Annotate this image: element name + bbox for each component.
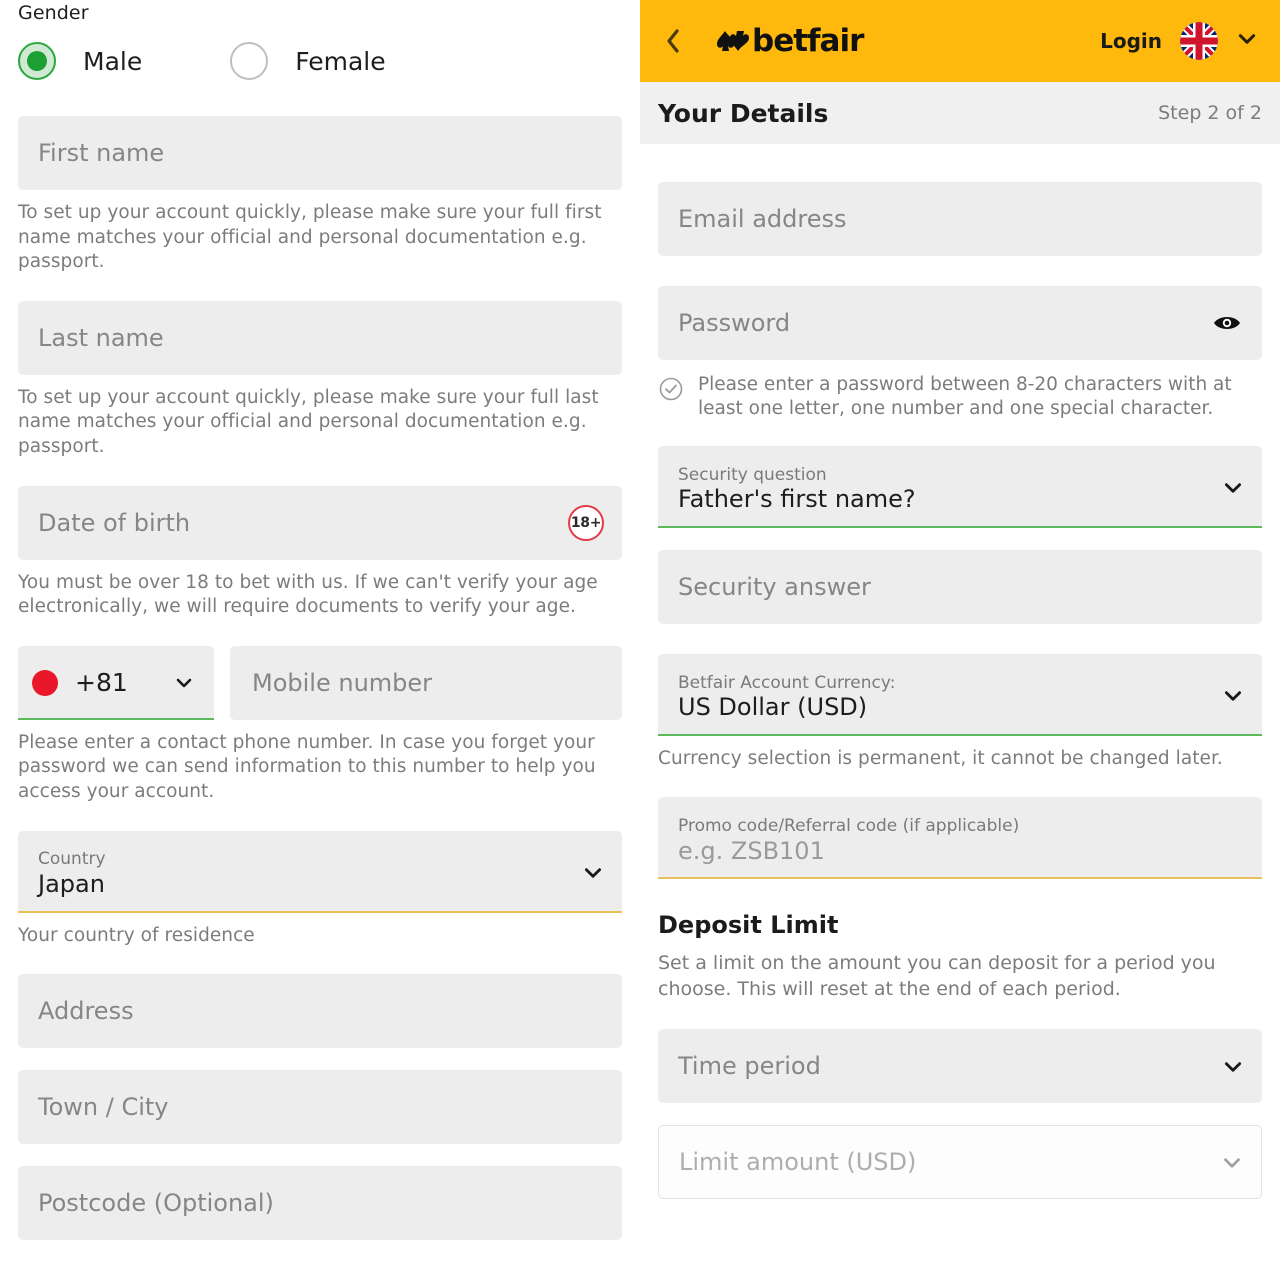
promo-code-input[interactable]: Promo code/Referral code (if applicable)… <box>658 797 1262 880</box>
chevron-left-icon[interactable] <box>662 25 688 57</box>
country-helper: Your country of residence <box>18 924 255 946</box>
chevron-down-icon <box>1222 1056 1242 1076</box>
last-name-input[interactable]: Last name <box>18 300 622 375</box>
personal-details-panel: Gender Male Female First name To set up … <box>0 0 640 1280</box>
security-question-label: Security question <box>678 464 827 485</box>
gender-option-male[interactable]: Male <box>18 42 142 80</box>
country-select[interactable]: Country Japan <box>18 830 622 913</box>
jp-flag-icon <box>32 669 58 696</box>
country-code-value: +81 <box>75 668 128 698</box>
currency-underline <box>658 733 1262 736</box>
chevron-down-icon <box>1222 477 1242 497</box>
chevron-down-icon <box>174 673 194 693</box>
security-answer-input[interactable]: Security answer <box>658 549 1262 624</box>
first-name-placeholder: First name <box>38 139 165 167</box>
first-name-input[interactable]: First name <box>18 116 622 190</box>
step-header: Your Details Step 2 of 2 <box>640 82 1280 144</box>
currency-select[interactable]: Betfair Account Currency: US Dollar (USD… <box>658 653 1262 736</box>
phone-row: +81 Mobile number <box>18 645 622 720</box>
chevron-down-icon[interactable] <box>1236 28 1258 54</box>
registration-screen: Gender Male Female First name To set up … <box>0 0 1280 1280</box>
limit-amount-select[interactable]: Limit amount (USD) <box>658 1124 1262 1199</box>
email-placeholder: Email address <box>678 205 847 233</box>
betfair-logo[interactable]: betfair <box>716 23 864 59</box>
password-hint-row: Please enter a password between 8-20 cha… <box>658 373 1262 422</box>
mobile-number-placeholder: Mobile number <box>252 668 433 697</box>
password-hint-text: Please enter a password between 8-20 cha… <box>698 374 1232 420</box>
gender-option-female-label: Female <box>295 46 386 76</box>
step-indicator: Step 2 of 2 <box>1158 102 1262 124</box>
password-placeholder: Password <box>678 309 791 337</box>
time-period-select[interactable]: Time period <box>658 1028 1262 1103</box>
uk-flag-icon[interactable] <box>1180 22 1218 60</box>
last-name-placeholder: Last name <box>38 323 164 352</box>
your-details-panel: betfair Login Your Details Step 2 of 2 E… <box>640 0 1280 1280</box>
date-of-birth-input[interactable]: Date of birth 18+ <box>18 485 622 560</box>
postcode-placeholder: Postcode (Optional) <box>38 1189 274 1218</box>
country-value: Japan <box>38 870 105 899</box>
login-button[interactable]: Login <box>1100 29 1162 53</box>
country-label: Country <box>38 849 106 870</box>
gender-option-female[interactable]: Female <box>230 42 386 80</box>
deposit-limit-description: Set a limit on the amount you can deposi… <box>658 952 1216 1001</box>
country-underline <box>18 910 622 913</box>
promo-code-placeholder: e.g. ZSB101 <box>678 836 825 865</box>
town-city-placeholder: Town / City <box>38 1093 169 1122</box>
check-circle-icon <box>658 376 684 402</box>
country-code-select[interactable]: +81 <box>18 645 214 720</box>
betfair-wordmark: betfair <box>752 23 864 59</box>
gender-radio-group: Male Female <box>18 42 622 80</box>
chevron-down-icon <box>582 862 602 882</box>
first-name-helper: To set up your account quickly, please m… <box>18 202 602 273</box>
promo-code-underline <box>658 877 1262 880</box>
radio-selected-icon[interactable] <box>18 42 56 80</box>
details-form: Email address Password Please enter a pa… <box>640 144 1280 1199</box>
postcode-input[interactable]: Postcode (Optional) <box>18 1166 622 1241</box>
last-name-helper: To set up your account quickly, please m… <box>18 386 599 457</box>
email-input[interactable]: Email address <box>658 182 1262 256</box>
town-city-input[interactable]: Town / City <box>18 1070 622 1145</box>
security-question-value: Father's first name? <box>678 485 916 514</box>
currency-label: Betfair Account Currency: <box>678 672 896 693</box>
chevron-down-icon <box>1222 685 1242 705</box>
security-question-underline <box>658 525 1262 528</box>
mobile-number-input[interactable]: Mobile number <box>230 645 622 720</box>
app-topbar: betfair Login <box>640 0 1280 82</box>
limit-amount-placeholder: Limit amount (USD) <box>679 1147 917 1176</box>
security-question-select[interactable]: Security question Father's first name? <box>658 445 1262 528</box>
chevron-down-icon <box>1221 1152 1241 1172</box>
country-code-underline <box>18 717 214 720</box>
radio-unselected-icon[interactable] <box>230 42 269 80</box>
time-period-placeholder: Time period <box>678 1051 821 1080</box>
deposit-limit-heading: Deposit Limit <box>658 911 839 940</box>
address-input[interactable]: Address <box>18 974 622 1049</box>
security-answer-placeholder: Security answer <box>678 572 871 601</box>
page-title: Your Details <box>658 98 829 128</box>
currency-value: US Dollar (USD) <box>678 693 868 722</box>
date-of-birth-helper: You must be over 18 to bet with us. If w… <box>18 571 598 618</box>
topbar-right-group: Login <box>1100 22 1258 60</box>
eye-icon[interactable] <box>1212 313 1242 333</box>
radio-dot-icon <box>27 51 47 71</box>
address-placeholder: Address <box>38 997 134 1026</box>
card-suits-icon <box>716 27 750 55</box>
age-18-plus-icon: 18+ <box>568 504 604 541</box>
date-of-birth-placeholder: Date of birth <box>38 508 191 537</box>
gender-option-male-label: Male <box>83 46 143 76</box>
promo-code-label: Promo code/Referral code (if applicable) <box>678 816 1020 837</box>
password-input[interactable]: Password <box>658 286 1262 360</box>
phone-helper: Please enter a contact phone number. In … <box>18 731 596 802</box>
currency-helper: Currency selection is permanent, it cann… <box>658 747 1223 769</box>
gender-label: Gender <box>18 2 89 24</box>
